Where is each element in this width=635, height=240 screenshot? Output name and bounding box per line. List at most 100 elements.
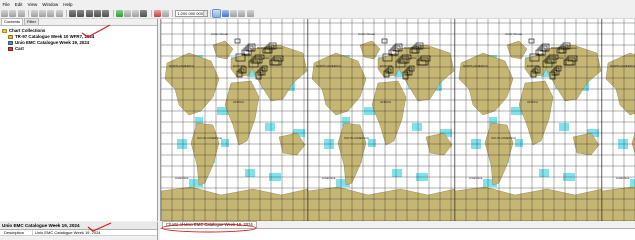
pin-icon[interactable] <box>132 10 140 17</box>
chart-coverage-area <box>539 169 549 177</box>
map-label: ASIA <box>263 56 270 60</box>
pan-icon[interactable] <box>229 10 237 17</box>
info-icon[interactable] <box>162 10 170 17</box>
charts-list-panel: Charts of Unio EMC Catalogue Week 19, 20… <box>160 221 635 240</box>
tab-charts-of-catalogue[interactable]: Charts of Unio EMC Catalogue Week 19, 20… <box>162 221 257 228</box>
scale-value: 1:200 000 000 <box>177 11 203 16</box>
contents-tabs: Contents Filter <box>0 18 157 26</box>
map-label: NORTH AMERICA <box>169 64 194 68</box>
map-label: AFRICA <box>527 100 538 104</box>
paste-icon[interactable] <box>47 10 55 17</box>
menu-window[interactable]: Window <box>40 0 61 9</box>
undo-icon[interactable] <box>55 10 63 17</box>
toolbar-separator <box>112 10 114 17</box>
map-label: EUROPE <box>233 64 246 68</box>
cut-icon[interactable] <box>30 10 38 17</box>
menu-help[interactable]: Help <box>61 0 75 9</box>
filter-icon[interactable] <box>123 10 131 17</box>
chevron-down-icon[interactable] <box>203 11 208 16</box>
map-label: ASIA <box>410 56 417 60</box>
toolbar-separator <box>66 10 68 17</box>
map-label: NORTH AMERICA <box>316 64 341 68</box>
toolbar: 1:200 000 000 <box>0 9 635 19</box>
chart-coverage-area <box>245 169 255 177</box>
world-chart-map[interactable]: NORTH AMERICA EUROPE ASIA AFRICA SOUTH AMERI… <box>161 19 635 221</box>
map-label: Antarctica <box>469 176 483 180</box>
property-key: Description <box>0 230 33 235</box>
charts-list-tabs: Charts of Unio EMC Catalogue Week 19, 20… <box>160 221 635 229</box>
map-label: SOUTH AMERICA <box>491 136 516 140</box>
map-label: Russian Federation <box>404 46 430 50</box>
fit-icon[interactable] <box>238 10 246 17</box>
map-label: Arctic Ocean <box>358 32 376 36</box>
chart-coverage-area <box>412 123 422 131</box>
map-label: AFRICA <box>380 100 391 104</box>
print-icon[interactable] <box>17 10 25 17</box>
catalogue-icon <box>8 41 13 45</box>
toolbar-separator <box>172 10 174 17</box>
tree-node-label: Cart <box>15 46 24 51</box>
zoom-in-icon[interactable] <box>212 9 222 18</box>
map-label: Arctic Ocean <box>505 32 523 36</box>
map-repeat <box>307 19 456 221</box>
measure-icon[interactable] <box>153 10 161 17</box>
map-label: Antarctica <box>322 176 336 180</box>
map-label: Russian Federation <box>551 46 577 50</box>
chart-coverage-area <box>630 179 635 187</box>
tree-node-cart[interactable]: Cart <box>0 46 157 52</box>
catalogue-icon <box>8 35 13 39</box>
map-label: AFRICA <box>233 100 244 104</box>
chart-coverage-area <box>515 139 523 147</box>
refresh-icon[interactable] <box>115 10 123 17</box>
folder-icon <box>2 29 7 33</box>
map-label: SOUTH AMERICA <box>197 136 222 140</box>
select-icon[interactable] <box>246 10 254 17</box>
charts-list-body[interactable] <box>160 229 635 240</box>
contents-panel: Contents Filter Chart Collections TR-97 … <box>0 18 158 221</box>
property-value: Unio EMC Catalogue Week 19, 2024 <box>35 230 101 235</box>
map-repeat <box>161 19 309 221</box>
map-label: NORTH AMERICA <box>463 64 488 68</box>
zoom-out-icon[interactable] <box>221 10 229 17</box>
menu-view[interactable]: View <box>25 0 40 9</box>
properties-title: Unio EMC Catalogue Week 19, 2024 <box>0 222 157 230</box>
open-icon[interactable] <box>1 10 8 17</box>
map-label: EUROPE <box>527 64 540 68</box>
map-repeat <box>601 19 635 221</box>
map-label: EUROPE <box>380 64 393 68</box>
map-label: Arctic Ocean <box>211 32 229 36</box>
route-icon[interactable] <box>77 10 85 17</box>
toolbar-separator <box>210 10 212 17</box>
menu-file[interactable]: File <box>0 0 12 9</box>
grid-icon[interactable] <box>93 10 101 17</box>
copy-icon[interactable] <box>39 10 47 17</box>
map-label: Russian Federation <box>257 46 283 50</box>
chart-coverage-area <box>221 139 229 147</box>
chart-coverage-area <box>559 123 569 131</box>
toolbar-separator <box>150 10 152 17</box>
properties-panel: Unio EMC Catalogue Week 19, 2024 Descrip… <box>0 222 158 240</box>
scale-dropdown[interactable]: 1:200 000 000 <box>175 10 209 17</box>
tab-filter[interactable]: Filter <box>24 18 39 25</box>
collection-tree: Chart Collections TR-97 Catalogue Week 1… <box>0 26 157 52</box>
map-label: Antarctica <box>175 176 189 180</box>
chart-coverage-area <box>392 169 402 177</box>
map-label: Antarctica <box>616 176 630 180</box>
property-row[interactable]: Description Unio EMC Catalogue Week 19, … <box>0 230 157 236</box>
map-label: ASIA <box>557 56 564 60</box>
map-repeat <box>454 19 603 221</box>
layers-icon[interactable] <box>69 10 77 17</box>
cart-icon <box>8 47 13 51</box>
map-label: SOUTH AMERICA <box>344 136 369 140</box>
table-icon[interactable] <box>102 10 110 17</box>
land-antarctica <box>601 186 635 221</box>
tab-contents[interactable]: Contents <box>1 18 24 25</box>
chart-map-view[interactable]: NORTH AMERICA EUROPE ASIA AFRICA SOUTH AMERI… <box>160 19 635 221</box>
catalog-icon[interactable] <box>85 10 93 17</box>
save-icon[interactable] <box>9 10 17 17</box>
chart-coverage-area <box>368 139 376 147</box>
toolbar-separator <box>27 10 29 17</box>
chart-coverage-area <box>265 123 275 131</box>
redo-icon[interactable] <box>140 10 148 17</box>
menu-edit[interactable]: Edit <box>12 0 25 9</box>
